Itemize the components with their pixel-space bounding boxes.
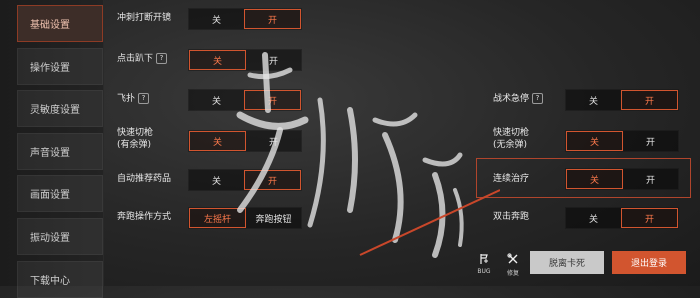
bug-report-icon <box>473 253 495 268</box>
sidebar-item-downloads[interactable]: 下载中心 <box>17 261 103 298</box>
quick-switch-bullets-on-option[interactable]: 开 <box>246 131 301 151</box>
unstuck-button[interactable]: 脱离卡死 <box>530 251 604 274</box>
sidebar-item-basic[interactable]: 基础设置 <box>17 5 103 42</box>
sidebar-item-label: 振动设置 <box>30 233 70 244</box>
repair-label: 修复 <box>506 270 519 277</box>
punch-door-toggle: 关 开 <box>188 8 302 30</box>
sidebar-item-label: 声音设置 <box>30 148 70 159</box>
tap-lie-toggle: 关 开 <box>188 49 302 71</box>
double-tap-run-label: 双击奔跑 <box>493 212 530 222</box>
tactical-lie-toggle: 关 开 <box>565 89 679 111</box>
double-tap-run-on-option[interactable]: 开 <box>621 208 678 228</box>
run-mode-toggle: 左摇杆 奔跑按钮 <box>188 207 302 229</box>
quick-switch-bullets-label: 快速切枪 (有余弹) <box>117 128 154 150</box>
repair-button[interactable]: 修复 <box>502 253 524 277</box>
quick-switch-nobullets-off-option[interactable]: 关 <box>566 131 623 151</box>
quick-switch-bullets-toggle: 关 开 <box>188 130 302 152</box>
sidebar-item-label: 下载中心 <box>30 276 70 287</box>
tap-lie-on-option[interactable]: 开 <box>246 50 301 70</box>
punch-door-label: 冲刺打断开镜 <box>117 13 172 23</box>
sidebar-item-vibration[interactable]: 振动设置 <box>17 218 103 255</box>
fly-label: 飞扑? <box>117 93 150 105</box>
punch-door-on-option[interactable]: 开 <box>244 9 301 29</box>
repair-tools-icon <box>502 253 524 268</box>
tactical-lie-label: 战术急停? <box>493 93 544 105</box>
continuous-heal-off-option[interactable]: 关 <box>566 169 623 189</box>
fly-on-option[interactable]: 开 <box>244 90 301 110</box>
brush-watermark <box>236 52 500 258</box>
continuous-heal-label: 连续治疗 <box>493 174 530 184</box>
double-tap-run-off-option[interactable]: 关 <box>566 208 621 228</box>
help-icon[interactable]: ? <box>156 53 168 64</box>
punch-door-off-option[interactable]: 关 <box>189 9 244 29</box>
fly-off-option[interactable]: 关 <box>189 90 244 110</box>
quick-switch-nobullets-on-option[interactable]: 开 <box>623 131 678 151</box>
auto-recommend-meds-on-option[interactable]: 开 <box>244 170 301 190</box>
continuous-heal-on-option[interactable]: 开 <box>623 169 678 189</box>
tap-lie-label: 点击趴下? <box>117 53 168 65</box>
bug-report-button[interactable]: BUG <box>473 253 495 275</box>
logout-button[interactable]: 退出登录 <box>612 251 686 274</box>
quick-switch-nobullets-toggle: 关 开 <box>565 130 679 152</box>
sidebar-item-label: 灵敏度设置 <box>30 105 80 116</box>
run-mode-label: 奔跑操作方式 <box>117 212 172 222</box>
fly-toggle: 关 开 <box>188 89 302 111</box>
sidebar-item-label: 操作设置 <box>30 63 70 74</box>
auto-recommend-meds-toggle: 关 开 <box>188 169 302 191</box>
tactical-lie-off-option[interactable]: 关 <box>566 90 621 110</box>
auto-recommend-meds-label: 自动推荐药品 <box>117 174 172 184</box>
auto-recommend-meds-off-option[interactable]: 关 <box>189 170 244 190</box>
quick-switch-nobullets-label: 快速切枪 (无余弹) <box>493 128 530 150</box>
sidebar-item-sound[interactable]: 声音设置 <box>17 133 103 170</box>
double-tap-run-toggle: 关 开 <box>565 207 679 229</box>
bug-report-label: BUG <box>477 268 491 275</box>
run-mode-left-stick-option[interactable]: 左摇杆 <box>189 208 246 228</box>
continuous-heal-toggle: 关 开 <box>565 168 679 190</box>
run-mode-run-button-option[interactable]: 奔跑按钮 <box>246 208 301 228</box>
sidebar-item-label: 画面设置 <box>30 190 70 201</box>
tactical-lie-on-option[interactable]: 开 <box>621 90 678 110</box>
sidebar-item-sensitivity[interactable]: 灵敏度设置 <box>17 90 103 127</box>
sidebar-item-label: 基础设置 <box>30 20 70 31</box>
tap-lie-off-option[interactable]: 关 <box>189 50 246 70</box>
help-icon[interactable]: ? <box>532 93 544 104</box>
quick-switch-bullets-off-option[interactable]: 关 <box>189 131 246 151</box>
sidebar-item-controls[interactable]: 操作设置 <box>17 48 103 85</box>
help-icon[interactable]: ? <box>138 93 150 104</box>
sidebar-item-graphics[interactable]: 画面设置 <box>17 175 103 212</box>
settings-sidebar: 基础设置 操作设置 灵敏度设置 声音设置 画面设置 振动设置 下载中心 <box>0 0 104 298</box>
